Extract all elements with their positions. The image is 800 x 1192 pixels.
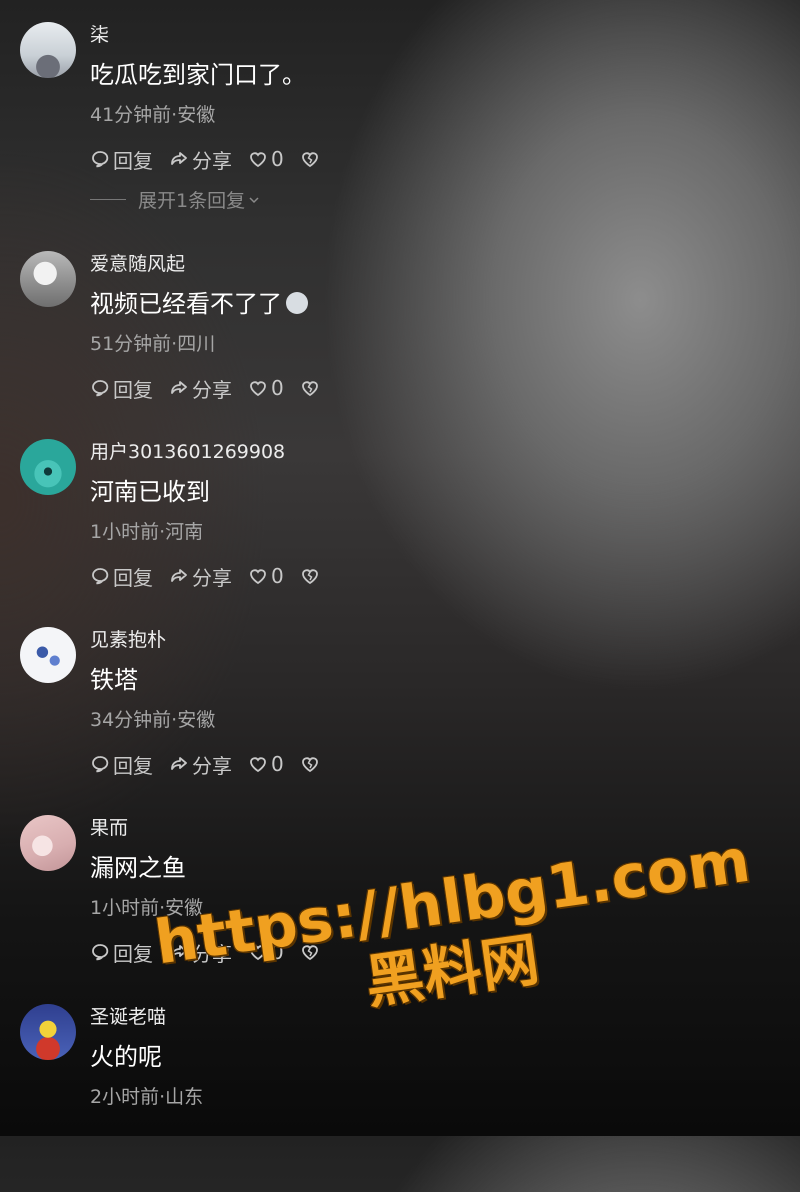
username[interactable]: 果而 — [90, 815, 128, 841]
heart-icon — [250, 757, 266, 773]
comment-text: 视频已经看不了了 — [90, 287, 308, 321]
share-button[interactable]: 分享 — [169, 374, 232, 403]
username[interactable]: 见素抱朴 — [90, 627, 166, 653]
reply-icon — [92, 756, 109, 773]
share-label: 分享 — [192, 565, 232, 590]
share-icon — [171, 381, 187, 394]
heart-icon — [250, 569, 266, 585]
avatar[interactable] — [20, 439, 76, 495]
dislike-button[interactable] — [300, 378, 323, 398]
like-count: 0 — [271, 564, 284, 588]
heart-icon — [250, 381, 266, 397]
comment-text-content: 视频已经看不了了 — [90, 290, 282, 318]
reply-button[interactable]: 回复 — [90, 562, 153, 591]
broken-heart-icon — [301, 381, 318, 397]
dislike-button[interactable] — [300, 754, 323, 774]
username[interactable]: 柒 — [90, 22, 109, 48]
dislike-button[interactable] — [300, 149, 323, 169]
comment-meta: 51分钟前·四川 — [90, 333, 216, 355]
share-icon — [171, 757, 187, 770]
share-label: 分享 — [192, 377, 232, 402]
comment-text: 河南已收到 — [90, 478, 210, 506]
reply-label: 回复 — [113, 565, 153, 590]
comment-meta: 34分钟前·安徽 — [90, 709, 216, 731]
reply-icon — [92, 380, 109, 397]
emoji-icon — [286, 292, 308, 314]
comment-actions: 回复 分享 0 — [90, 749, 339, 779]
broken-heart-icon — [301, 569, 318, 585]
reply-label: 回复 — [113, 377, 153, 402]
dislike-button[interactable] — [300, 566, 323, 586]
share-icon — [171, 569, 187, 582]
comment-actions: 回复 分享 0 — [90, 373, 339, 403]
reply-button[interactable]: 回复 — [90, 145, 153, 174]
share-button[interactable]: 分享 — [169, 145, 232, 174]
avatar[interactable] — [20, 1004, 76, 1060]
like-button[interactable]: 0 — [248, 147, 284, 171]
username[interactable]: 爱意随风起 — [90, 251, 185, 277]
comment-text: 铁塔 — [90, 666, 138, 694]
like-count: 0 — [271, 147, 284, 171]
reply-icon — [92, 568, 109, 585]
share-button[interactable]: 分享 — [169, 750, 232, 779]
comment-item: 见素抱朴 铁塔 34分钟前·安徽 回复 分享 0 — [0, 627, 800, 815]
share-label: 分享 — [192, 753, 232, 778]
expand-label: 展开1条回复 — [138, 190, 246, 212]
username[interactable]: 圣诞老喵 — [90, 1004, 166, 1030]
avatar[interactable] — [20, 251, 76, 307]
reply-label: 回复 — [113, 148, 153, 173]
reply-label: 回复 — [113, 753, 153, 778]
like-button[interactable]: 0 — [248, 752, 284, 776]
comment-meta: 2小时前·山东 — [90, 1086, 204, 1108]
avatar[interactable] — [20, 627, 76, 683]
chevron-down-icon — [249, 196, 259, 203]
comment-meta: 41分钟前·安徽 — [90, 104, 216, 126]
comment-text: 漏网之鱼 — [90, 854, 186, 882]
broken-heart-icon — [301, 152, 318, 168]
reply-button[interactable]: 回复 — [90, 938, 153, 967]
comment-text: 吃瓜吃到家门口了。 — [90, 61, 306, 89]
comment-actions: 回复 分享 0 — [90, 561, 339, 591]
share-icon — [171, 152, 187, 165]
broken-heart-icon — [301, 757, 318, 773]
heart-icon — [250, 152, 266, 168]
comment-item: 爱意随风起 视频已经看不了了 51分钟前·四川 回复 分享 0 — [0, 251, 800, 439]
divider — [90, 199, 126, 200]
comment-meta: 1小时前·河南 — [90, 521, 204, 543]
like-button[interactable]: 0 — [248, 564, 284, 588]
expand-replies-button[interactable]: 展开1条回复 — [90, 186, 261, 213]
like-count: 0 — [271, 752, 284, 776]
share-button[interactable]: 分享 — [169, 562, 232, 591]
reply-label: 回复 — [113, 941, 153, 966]
comment-item: 用户3013601269908 河南已收到 1小时前·河南 回复 分享 0 — [0, 439, 800, 627]
like-count: 0 — [271, 376, 284, 400]
share-label: 分享 — [192, 148, 232, 173]
like-button[interactable]: 0 — [248, 376, 284, 400]
comment-actions: 回复 分享 0 — [90, 144, 339, 174]
reply-icon — [92, 151, 109, 168]
avatar[interactable] — [20, 815, 76, 871]
comment-text: 火的呢 — [90, 1043, 162, 1071]
reply-button[interactable]: 回复 — [90, 374, 153, 403]
reply-button[interactable]: 回复 — [90, 750, 153, 779]
comment-item: 柒 吃瓜吃到家门口了。 41分钟前·安徽 回复 分享 0 展开1条回复 — [0, 22, 800, 213]
reply-icon — [92, 944, 109, 961]
username[interactable]: 用户3013601269908 — [90, 439, 285, 465]
avatar[interactable] — [20, 22, 76, 78]
